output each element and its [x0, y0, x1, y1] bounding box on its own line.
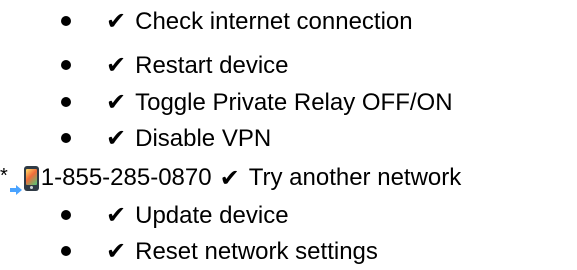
asterisk: *	[0, 165, 8, 187]
list-item-text: Toggle Private Relay OFF/ON	[135, 89, 453, 116]
phone-line-content: * 1-855-285-0870 ✔ Try another network	[0, 161, 461, 195]
bullet-icon	[61, 16, 71, 26]
mobile-phone-icon	[23, 165, 39, 191]
bullet-icon	[61, 60, 71, 70]
checkmark-icon: ✔	[106, 237, 127, 265]
list-item-text: Restart device	[135, 52, 289, 79]
list-item-label: ✔ Update device	[106, 198, 289, 233]
checkmark-icon: ✔	[106, 201, 127, 229]
checkmark-icon: ✔	[106, 7, 127, 35]
list-item-text: Reset network settings	[135, 238, 378, 265]
list-item-label: ✔ Check internet connection	[106, 4, 413, 39]
checkmark-icon: ✔	[106, 88, 127, 116]
bullet-icon	[61, 97, 71, 107]
list-item-label: ✔ Restart device	[106, 48, 289, 83]
list-item-text: Disable VPN	[135, 125, 272, 152]
checkmark-icon: ✔	[219, 164, 240, 192]
arrow-right-icon	[9, 172, 22, 195]
list-item-label: ✔ Disable VPN	[106, 121, 271, 156]
phone-line-text: Try another network	[248, 164, 462, 191]
bullet-icon	[61, 246, 71, 256]
list-item-label: ✔ Reset network settings	[106, 234, 378, 269]
phone-number: 1-855-285-0870	[40, 164, 212, 191]
list-item-label: ✔ Toggle Private Relay OFF/ON	[106, 85, 453, 120]
list-item-text: Check internet connection	[135, 8, 413, 35]
document: ✔ Check internet connection ✔ Restart devi…	[0, 0, 577, 270]
checkmark-icon: ✔	[106, 51, 127, 79]
bullet-icon	[61, 210, 71, 220]
list-item-text: Update device	[135, 202, 289, 229]
checkmark-icon: ✔	[106, 124, 127, 152]
bullet-icon	[61, 133, 71, 143]
